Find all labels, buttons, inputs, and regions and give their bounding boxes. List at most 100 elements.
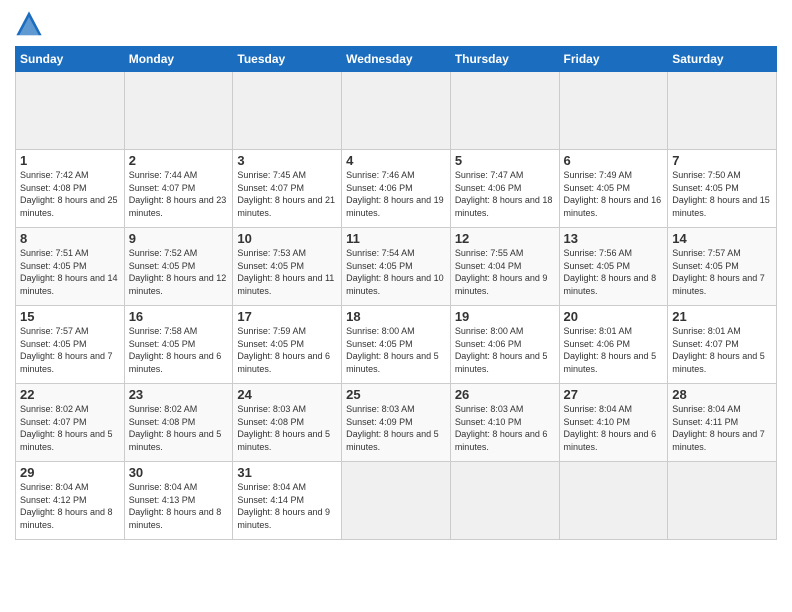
day-info: Sunrise: 8:00 AMSunset: 4:06 PMDaylight:… bbox=[455, 325, 555, 375]
day-number: 19 bbox=[455, 309, 555, 324]
day-number: 16 bbox=[129, 309, 229, 324]
day-info: Sunrise: 7:49 AMSunset: 4:05 PMDaylight:… bbox=[564, 169, 664, 219]
calendar-cell: 22Sunrise: 8:02 AMSunset: 4:07 PMDayligh… bbox=[16, 384, 125, 462]
calendar-cell bbox=[668, 72, 777, 150]
calendar-cell: 3Sunrise: 7:45 AMSunset: 4:07 PMDaylight… bbox=[233, 150, 342, 228]
day-number: 20 bbox=[564, 309, 664, 324]
calendar-cell bbox=[559, 72, 668, 150]
day-number: 31 bbox=[237, 465, 337, 480]
header-monday: Monday bbox=[124, 47, 233, 72]
calendar-cell bbox=[450, 72, 559, 150]
day-number: 4 bbox=[346, 153, 446, 168]
calendar-cell bbox=[559, 462, 668, 540]
header-thursday: Thursday bbox=[450, 47, 559, 72]
day-number: 7 bbox=[672, 153, 772, 168]
calendar-cell bbox=[16, 72, 125, 150]
day-number: 10 bbox=[237, 231, 337, 246]
day-number: 24 bbox=[237, 387, 337, 402]
week-row-3: 15Sunrise: 7:57 AMSunset: 4:05 PMDayligh… bbox=[16, 306, 777, 384]
day-info: Sunrise: 8:03 AMSunset: 4:09 PMDaylight:… bbox=[346, 403, 446, 453]
day-info: Sunrise: 7:56 AMSunset: 4:05 PMDaylight:… bbox=[564, 247, 664, 297]
day-number: 8 bbox=[20, 231, 120, 246]
calendar-cell: 4Sunrise: 7:46 AMSunset: 4:06 PMDaylight… bbox=[342, 150, 451, 228]
day-info: Sunrise: 7:50 AMSunset: 4:05 PMDaylight:… bbox=[672, 169, 772, 219]
day-info: Sunrise: 7:55 AMSunset: 4:04 PMDaylight:… bbox=[455, 247, 555, 297]
week-row-0 bbox=[16, 72, 777, 150]
day-number: 9 bbox=[129, 231, 229, 246]
calendar-cell: 12Sunrise: 7:55 AMSunset: 4:04 PMDayligh… bbox=[450, 228, 559, 306]
day-info: Sunrise: 7:57 AMSunset: 4:05 PMDaylight:… bbox=[20, 325, 120, 375]
day-number: 23 bbox=[129, 387, 229, 402]
day-number: 13 bbox=[564, 231, 664, 246]
calendar-cell: 20Sunrise: 8:01 AMSunset: 4:06 PMDayligh… bbox=[559, 306, 668, 384]
calendar-cell bbox=[233, 72, 342, 150]
calendar-cell: 6Sunrise: 7:49 AMSunset: 4:05 PMDaylight… bbox=[559, 150, 668, 228]
calendar-table: SundayMondayTuesdayWednesdayThursdayFrid… bbox=[15, 46, 777, 540]
calendar-cell: 28Sunrise: 8:04 AMSunset: 4:11 PMDayligh… bbox=[668, 384, 777, 462]
week-row-2: 8Sunrise: 7:51 AMSunset: 4:05 PMDaylight… bbox=[16, 228, 777, 306]
calendar-cell: 29Sunrise: 8:04 AMSunset: 4:12 PMDayligh… bbox=[16, 462, 125, 540]
day-info: Sunrise: 8:04 AMSunset: 4:11 PMDaylight:… bbox=[672, 403, 772, 453]
calendar-cell: 8Sunrise: 7:51 AMSunset: 4:05 PMDaylight… bbox=[16, 228, 125, 306]
header-tuesday: Tuesday bbox=[233, 47, 342, 72]
calendar-cell: 18Sunrise: 8:00 AMSunset: 4:05 PMDayligh… bbox=[342, 306, 451, 384]
calendar-cell: 14Sunrise: 7:57 AMSunset: 4:05 PMDayligh… bbox=[668, 228, 777, 306]
day-number: 2 bbox=[129, 153, 229, 168]
day-info: Sunrise: 8:00 AMSunset: 4:05 PMDaylight:… bbox=[346, 325, 446, 375]
day-number: 17 bbox=[237, 309, 337, 324]
calendar-cell: 17Sunrise: 7:59 AMSunset: 4:05 PMDayligh… bbox=[233, 306, 342, 384]
day-number: 1 bbox=[20, 153, 120, 168]
day-number: 26 bbox=[455, 387, 555, 402]
day-number: 25 bbox=[346, 387, 446, 402]
day-info: Sunrise: 7:54 AMSunset: 4:05 PMDaylight:… bbox=[346, 247, 446, 297]
calendar-cell: 7Sunrise: 7:50 AMSunset: 4:05 PMDaylight… bbox=[668, 150, 777, 228]
day-number: 18 bbox=[346, 309, 446, 324]
day-number: 14 bbox=[672, 231, 772, 246]
day-info: Sunrise: 8:03 AMSunset: 4:10 PMDaylight:… bbox=[455, 403, 555, 453]
header-sunday: Sunday bbox=[16, 47, 125, 72]
day-number: 21 bbox=[672, 309, 772, 324]
calendar-cell: 21Sunrise: 8:01 AMSunset: 4:07 PMDayligh… bbox=[668, 306, 777, 384]
day-number: 6 bbox=[564, 153, 664, 168]
calendar-cell bbox=[668, 462, 777, 540]
calendar-cell: 10Sunrise: 7:53 AMSunset: 4:05 PMDayligh… bbox=[233, 228, 342, 306]
logo-icon bbox=[15, 10, 43, 38]
day-info: Sunrise: 7:42 AMSunset: 4:08 PMDaylight:… bbox=[20, 169, 120, 219]
header-wednesday: Wednesday bbox=[342, 47, 451, 72]
day-info: Sunrise: 8:02 AMSunset: 4:07 PMDaylight:… bbox=[20, 403, 120, 453]
day-info: Sunrise: 8:01 AMSunset: 4:06 PMDaylight:… bbox=[564, 325, 664, 375]
day-info: Sunrise: 7:53 AMSunset: 4:05 PMDaylight:… bbox=[237, 247, 337, 297]
calendar-cell: 24Sunrise: 8:03 AMSunset: 4:08 PMDayligh… bbox=[233, 384, 342, 462]
calendar-body: 1Sunrise: 7:42 AMSunset: 4:08 PMDaylight… bbox=[16, 72, 777, 540]
calendar-cell: 31Sunrise: 8:04 AMSunset: 4:14 PMDayligh… bbox=[233, 462, 342, 540]
calendar-cell bbox=[342, 72, 451, 150]
calendar-cell: 27Sunrise: 8:04 AMSunset: 4:10 PMDayligh… bbox=[559, 384, 668, 462]
day-number: 11 bbox=[346, 231, 446, 246]
day-number: 27 bbox=[564, 387, 664, 402]
calendar-cell bbox=[450, 462, 559, 540]
header bbox=[15, 10, 777, 38]
calendar-cell: 30Sunrise: 8:04 AMSunset: 4:13 PMDayligh… bbox=[124, 462, 233, 540]
day-info: Sunrise: 8:01 AMSunset: 4:07 PMDaylight:… bbox=[672, 325, 772, 375]
day-info: Sunrise: 7:57 AMSunset: 4:05 PMDaylight:… bbox=[672, 247, 772, 297]
day-info: Sunrise: 7:44 AMSunset: 4:07 PMDaylight:… bbox=[129, 169, 229, 219]
logo bbox=[15, 10, 45, 38]
day-number: 30 bbox=[129, 465, 229, 480]
calendar-cell: 11Sunrise: 7:54 AMSunset: 4:05 PMDayligh… bbox=[342, 228, 451, 306]
calendar-cell: 15Sunrise: 7:57 AMSunset: 4:05 PMDayligh… bbox=[16, 306, 125, 384]
calendar-cell: 5Sunrise: 7:47 AMSunset: 4:06 PMDaylight… bbox=[450, 150, 559, 228]
day-info: Sunrise: 8:02 AMSunset: 4:08 PMDaylight:… bbox=[129, 403, 229, 453]
day-info: Sunrise: 8:03 AMSunset: 4:08 PMDaylight:… bbox=[237, 403, 337, 453]
day-info: Sunrise: 7:46 AMSunset: 4:06 PMDaylight:… bbox=[346, 169, 446, 219]
day-info: Sunrise: 7:45 AMSunset: 4:07 PMDaylight:… bbox=[237, 169, 337, 219]
week-row-4: 22Sunrise: 8:02 AMSunset: 4:07 PMDayligh… bbox=[16, 384, 777, 462]
header-saturday: Saturday bbox=[668, 47, 777, 72]
page-container: SundayMondayTuesdayWednesdayThursdayFrid… bbox=[0, 0, 792, 550]
day-info: Sunrise: 7:58 AMSunset: 4:05 PMDaylight:… bbox=[129, 325, 229, 375]
day-info: Sunrise: 8:04 AMSunset: 4:13 PMDaylight:… bbox=[129, 481, 229, 531]
header-friday: Friday bbox=[559, 47, 668, 72]
day-number: 15 bbox=[20, 309, 120, 324]
calendar-cell: 9Sunrise: 7:52 AMSunset: 4:05 PMDaylight… bbox=[124, 228, 233, 306]
calendar-cell: 19Sunrise: 8:00 AMSunset: 4:06 PMDayligh… bbox=[450, 306, 559, 384]
calendar-header: SundayMondayTuesdayWednesdayThursdayFrid… bbox=[16, 47, 777, 72]
